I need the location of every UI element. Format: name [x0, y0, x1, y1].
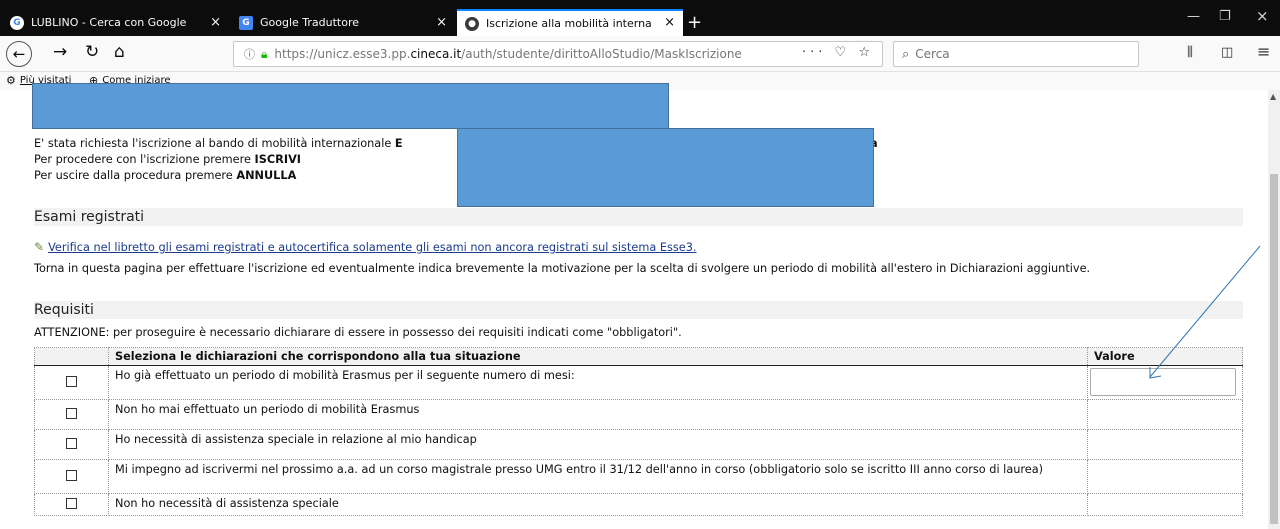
tab-title: Iscrizione alla mobilità interna	[486, 17, 652, 30]
value-cell	[1087, 429, 1243, 460]
intro-line-1: E' stata richiesta l'iscrizione al bando…	[34, 137, 403, 150]
intro-text: Per uscire dalla procedura premere	[34, 169, 237, 182]
search-input[interactable]: ⌕ Cerca	[893, 41, 1139, 67]
home-icon[interactable]: ⌂	[114, 42, 125, 62]
redaction-box	[32, 83, 669, 129]
requisito-text: Non ho mai effettuato un periodo di mobi…	[108, 399, 1088, 430]
reload-icon[interactable]: ↻	[85, 42, 99, 62]
checkbox-cell	[34, 459, 109, 494]
tab-title: LUBLINO - Cerca con Google	[31, 16, 187, 29]
requisiti-table: Seleziona le dichiarazioni che corrispon…	[34, 347, 1243, 516]
tab-google-translate[interactable]: G Google Traduttore ×	[231, 9, 455, 36]
scrollbar-thumb[interactable]	[1270, 174, 1278, 524]
library-icon[interactable]: ⫼	[1187, 45, 1193, 60]
intro-bold: E	[394, 137, 403, 150]
link-text[interactable]: Verifica nel libretto gli esami registra…	[48, 241, 696, 254]
requisito-text: Ho già effettuato un periodo di mobilità…	[108, 365, 1088, 400]
tab-iscrizione[interactable]: ● Iscrizione alla mobilità interna ×	[457, 9, 683, 36]
value-cell	[1087, 365, 1243, 400]
redaction-box	[457, 128, 874, 207]
search-placeholder: Cerca	[915, 47, 950, 61]
value-cell	[1087, 399, 1243, 430]
table-row: Mi impegno ad iscrivermi nel prossimo a.…	[34, 459, 1243, 494]
verifica-libretto-link[interactable]: ✎ Verifica nel libretto gli esami registr…	[34, 240, 696, 254]
table-row: Non ho mai effettuato un periodo di mobi…	[34, 399, 1243, 430]
minimize-icon[interactable]: —	[1187, 9, 1200, 24]
mesi-erasmus-input[interactable]	[1090, 368, 1236, 396]
esse3-icon: ●	[465, 16, 479, 31]
checkbox-cell	[34, 365, 109, 400]
google-icon: G	[10, 15, 24, 30]
requisito-text: Ho necessità di assistenza speciale in r…	[108, 429, 1088, 460]
section-heading: Requisiti	[34, 302, 94, 318]
value-cell	[1087, 493, 1243, 516]
intro-text: Per procedere con l'iscrizione premere	[34, 153, 255, 166]
intro-text: E' stata richiesta l'iscrizione al bando…	[34, 137, 395, 150]
requisito-text: Non ho necessità di assistenza speciale	[108, 493, 1088, 516]
close-tab-icon[interactable]: ×	[664, 15, 675, 30]
requisito-checkbox[interactable]	[66, 469, 77, 481]
table-row: Ho già effettuato un periodo di mobilità…	[34, 365, 1243, 400]
close-tab-icon[interactable]: ×	[436, 15, 447, 30]
intro-line-2: Per procedere con l'iscrizione premere I…	[34, 153, 301, 166]
requisiti-warning: ATTENZIONE: per proseguire è necessario …	[34, 326, 682, 339]
forward-icon[interactable]: →	[53, 42, 67, 62]
new-tab-button[interactable]: +	[687, 12, 702, 33]
restore-icon[interactable]: ❐	[1219, 9, 1231, 24]
requisito-checkbox[interactable]	[66, 407, 77, 419]
back-icon[interactable]: ←	[6, 41, 32, 67]
nav-toolbar: ← → ↻ ⌂ ⓘ 🔒︎ https://unicz.esse3.pp.cine…	[0, 36, 1280, 72]
page-actions-icon[interactable]: ··· ♡ ☆	[802, 45, 874, 60]
intro-line-3: Per uscire dalla procedura premere ANNUL…	[34, 169, 296, 182]
sidebar-icon[interactable]: ◫	[1221, 45, 1233, 60]
lock-icon: 🔒︎	[261, 46, 268, 61]
page-scrollbar[interactable]: ▲	[1268, 90, 1280, 529]
table-header-select: Seleziona le dichiarazioni che corrispon…	[108, 347, 1088, 366]
menu-icon[interactable]: ≡	[1257, 42, 1270, 61]
section-heading: Esami registrati	[34, 209, 145, 225]
close-tab-icon[interactable]: ×	[210, 15, 221, 30]
url-domain: cineca.it	[410, 47, 462, 61]
tab-google-search[interactable]: G LUBLINO - Cerca con Google ×	[2, 9, 229, 36]
requisito-text: Mi impegno ad iscrivermi nel prossimo a.…	[108, 459, 1088, 494]
esami-note: Torna in questa pagina per effettuare l'…	[34, 262, 1091, 275]
url-path: /auth/studente/dirittoAlloStudio/MaskIsc…	[461, 47, 742, 61]
tab-bar: G LUBLINO - Cerca con Google × G Google …	[0, 0, 1280, 36]
info-icon[interactable]: ⓘ	[244, 46, 255, 62]
requisito-checkbox[interactable]	[66, 437, 77, 449]
translate-icon: G	[239, 15, 253, 30]
checkbox-cell	[34, 399, 109, 430]
url-text[interactable]: https://unicz.esse3.pp.cineca.it/auth/st…	[274, 47, 804, 61]
table-header-checkbox	[34, 347, 109, 366]
search-icon: ⌕	[902, 46, 910, 62]
scroll-up-icon[interactable]: ▲	[1270, 92, 1276, 101]
section-requisiti: Requisiti	[34, 301, 1243, 319]
value-cell	[1087, 459, 1243, 494]
close-window-icon[interactable]: ×	[1256, 7, 1269, 25]
table-header-value: Valore	[1087, 347, 1243, 366]
url-bar[interactable]: ⓘ 🔒︎ https://unicz.esse3.pp.cineca.it/au…	[233, 41, 883, 67]
url-prefix: https://unicz.esse3.pp.	[274, 47, 411, 61]
section-esami-registrati: Esami registrati	[34, 208, 1243, 226]
tab-title: Google Traduttore	[260, 16, 360, 29]
annulla-label: ANNULLA	[236, 169, 297, 182]
requisito-checkbox[interactable]	[66, 375, 77, 387]
gear-icon: ⚙	[6, 74, 16, 87]
iscrivi-label: ISCRIVI	[254, 153, 302, 166]
pencil-icon: ✎	[34, 240, 45, 254]
requisito-checkbox[interactable]	[66, 497, 77, 509]
table-row: Non ho necessità di assistenza speciale	[34, 493, 1243, 516]
checkbox-cell	[34, 493, 109, 516]
table-header-row: Seleziona le dichiarazioni che corrispon…	[34, 347, 1243, 366]
table-row: Ho necessità di assistenza speciale in r…	[34, 429, 1243, 460]
checkbox-cell	[34, 429, 109, 460]
